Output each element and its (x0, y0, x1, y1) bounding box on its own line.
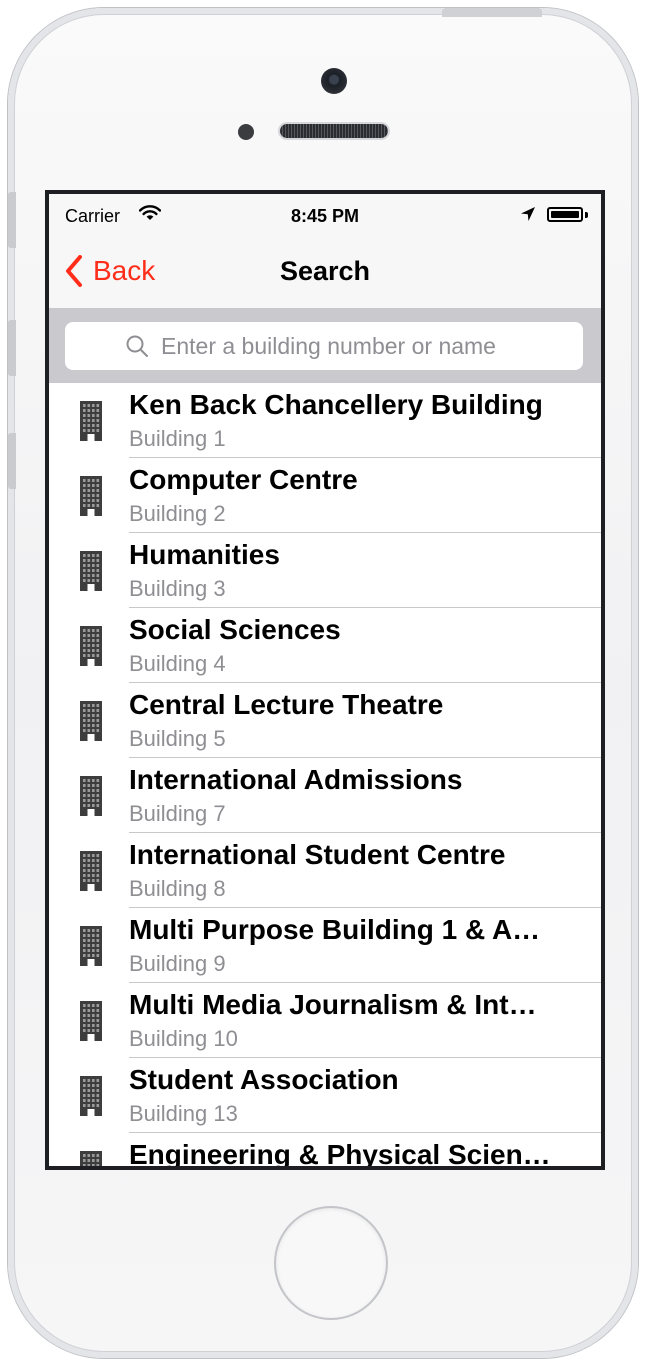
power-button (442, 8, 542, 17)
volume-down-button (8, 433, 16, 489)
building-icon (79, 551, 103, 596)
search-icon (125, 334, 149, 363)
building-name: International Admissions (129, 764, 463, 795)
building-list-item[interactable]: International Student Centre Building 8 (49, 833, 601, 908)
building-name: Social Sciences (129, 614, 341, 645)
building-name: Computer Centre (129, 464, 358, 495)
mute-switch (8, 192, 16, 248)
screen: Carrier 8:45 PM Back Search Enter a buil… (49, 194, 601, 1166)
building-list-item[interactable]: Social Sciences Building 4 (49, 608, 601, 683)
home-button[interactable] (276, 1208, 386, 1318)
search-input[interactable] (161, 322, 561, 370)
building-name: Multi Purpose Building 1 & A… (129, 914, 541, 945)
building-name: International Student Centre (129, 839, 506, 870)
building-list-item[interactable]: Multi Media Journalism & Int… Building 10 (49, 983, 601, 1058)
building-number: Building 5 (129, 726, 226, 751)
building-icon (79, 476, 103, 521)
search-field[interactable] (65, 322, 583, 370)
status-bar: Carrier 8:45 PM (49, 194, 601, 234)
building-name: Multi Media Journalism & Int… (129, 989, 537, 1020)
page-title: Search (279, 256, 371, 286)
building-number: Building 13 (129, 1101, 238, 1126)
volume-up-button (8, 320, 16, 376)
battery-nub (585, 212, 588, 218)
building-icon (79, 776, 103, 821)
building-name: Ken Back Chancellery Building (129, 389, 543, 420)
building-list-item[interactable]: International Admissions Building 7 (49, 758, 601, 833)
search-bar (49, 309, 601, 383)
building-number: Building 7 (129, 801, 226, 826)
location-arrow-icon (520, 206, 536, 227)
building-list-item[interactable]: Computer Centre Building 2 (49, 458, 601, 533)
building-icon (79, 1001, 103, 1046)
building-number: Building 9 (129, 951, 226, 976)
building-name: Humanities (129, 539, 280, 570)
building-number: Building 2 (129, 501, 226, 526)
building-list-item[interactable]: Central Lecture Theatre Building 5 (49, 683, 601, 758)
navigation-bar: Back Search (49, 234, 601, 309)
building-list-item[interactable]: Ken Back Chancellery Building Building 1 (49, 383, 601, 458)
building-icon (79, 1151, 103, 1166)
building-number: Building 1 (129, 426, 226, 451)
building-list: Ken Back Chancellery Building Building 1 C… (49, 383, 601, 1166)
building-list-item[interactable]: Student Association Building 13 (49, 1058, 601, 1133)
building-icon (79, 701, 103, 746)
building-name: Student Association (129, 1064, 399, 1095)
building-list-item[interactable]: Engineering & Physical Scien… (49, 1133, 601, 1166)
building-icon (79, 851, 103, 896)
building-icon (79, 1076, 103, 1121)
building-number: Building 4 (129, 651, 226, 676)
front-camera (321, 68, 347, 94)
building-icon (79, 401, 103, 446)
building-number: Building 3 (129, 576, 226, 601)
battery-icon (547, 207, 583, 222)
proximity-sensor (238, 124, 254, 140)
building-number: Building 10 (129, 1026, 238, 1051)
building-icon (79, 926, 103, 971)
building-name: Central Lecture Theatre (129, 689, 444, 720)
building-icon (79, 626, 103, 671)
earpiece-speaker (280, 124, 388, 138)
status-time: 8:45 PM (290, 206, 360, 226)
building-number: Building 8 (129, 876, 226, 901)
building-list-item[interactable]: Humanities Building 3 (49, 533, 601, 608)
building-name: Engineering & Physical Scien… (129, 1139, 551, 1166)
building-list-item[interactable]: Multi Purpose Building 1 & A… Building 9 (49, 908, 601, 983)
